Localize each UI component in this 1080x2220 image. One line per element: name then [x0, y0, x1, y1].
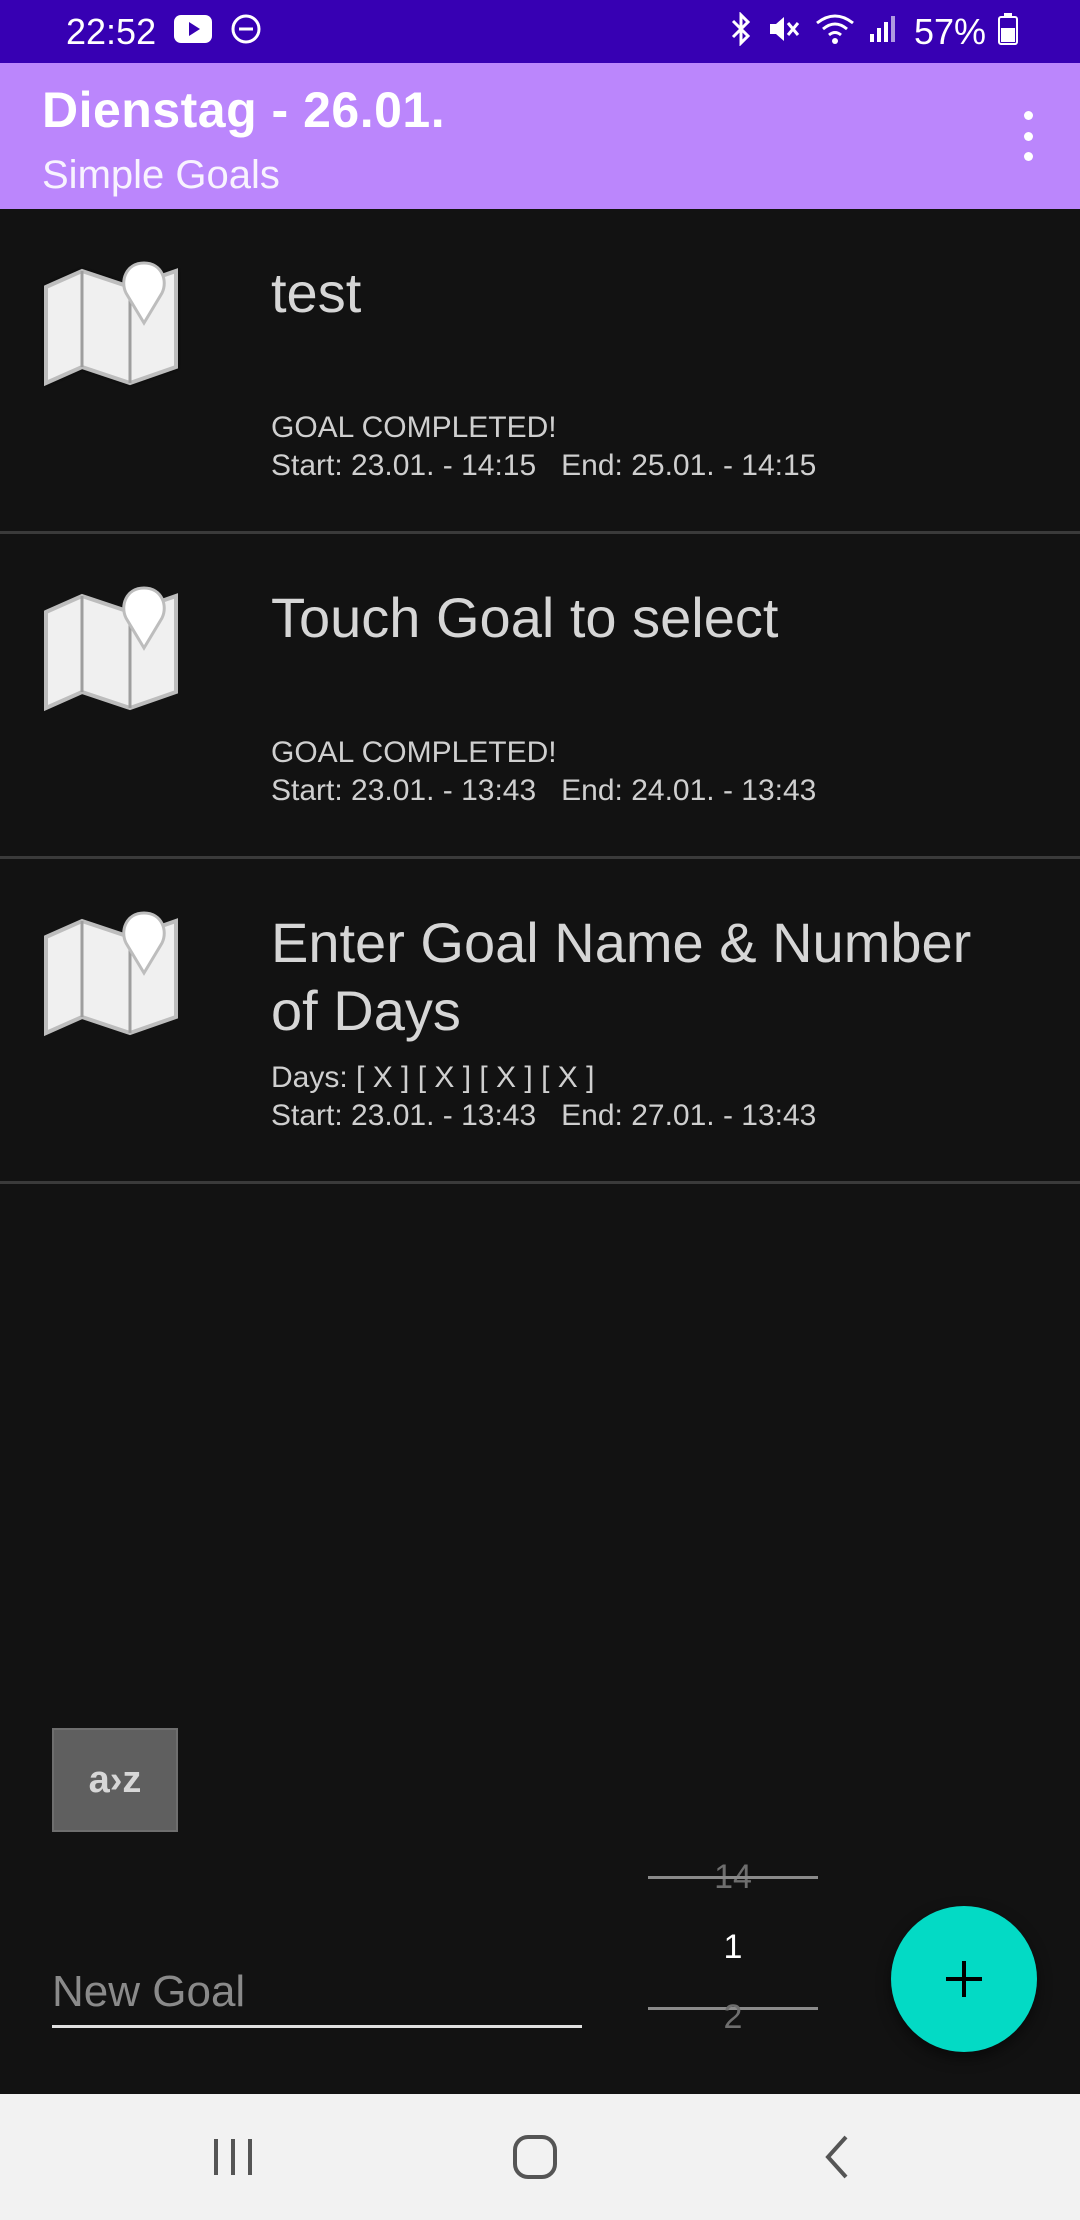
sort-az-label: a›z [88, 1758, 142, 1801]
sort-az-button[interactable]: a›z [52, 1728, 178, 1832]
do-not-disturb-icon [230, 13, 262, 50]
picker-next-value[interactable]: 2 [648, 1998, 818, 2037]
wifi-icon [814, 12, 856, 51]
picker-divider [648, 1876, 818, 1879]
app-bar: Dienstag - 26.01. Simple Goals [0, 63, 1080, 209]
goal-dates: Start: 23.01. - 14:15 End: 25.01. - 14:1… [271, 449, 817, 482]
map-pin-icon [44, 911, 178, 1037]
back-icon[interactable] [808, 2127, 868, 2187]
app-bar-title: Dienstag - 26.01. [42, 82, 446, 138]
goal-item[interactable]: Touch Goal to select GOAL COMPLETED! Sta… [0, 534, 1080, 859]
goal-status: Days: [ X ] [ X ] [ X ] [ X ] [271, 1061, 595, 1094]
battery-icon [998, 13, 1018, 50]
goal-title: Enter Goal Name & Number of Days [271, 911, 972, 1042]
new-goal-input[interactable] [52, 1958, 582, 2028]
goal-status: GOAL COMPLETED! [271, 736, 557, 769]
map-pin-icon [44, 261, 178, 387]
status-time: 22:52 [66, 10, 157, 52]
more-vert-icon[interactable] [1006, 103, 1050, 169]
youtube-icon [174, 15, 213, 48]
goal-status: GOAL COMPLETED! [271, 411, 557, 444]
goal-item[interactable]: Enter Goal Name & Number of Days Days: [… [0, 859, 1080, 1184]
goal-dates: Start: 23.01. - 13:43 End: 24.01. - 13:4… [271, 774, 817, 807]
mute-icon [766, 12, 802, 51]
goal-title: Touch Goal to select [271, 586, 779, 649]
plus-icon [946, 1961, 982, 1997]
battery-percent: 57% [913, 10, 986, 52]
add-goal-button[interactable] [891, 1906, 1037, 2052]
days-number-picker[interactable]: 14 1 2 [648, 1850, 818, 2036]
home-icon[interactable] [505, 2127, 565, 2187]
app-bar-subtitle: Simple Goals [42, 153, 280, 197]
recents-icon[interactable] [203, 2127, 263, 2187]
map-pin-icon [44, 586, 178, 712]
goal-title: test [271, 261, 362, 324]
goal-dates: Start: 23.01. - 13:43 End: 27.01. - 13:4… [271, 1099, 817, 1132]
picker-current-value[interactable]: 1 [648, 1928, 818, 1967]
goal-item[interactable]: test GOAL COMPLETED! Start: 23.01. - 14:… [0, 209, 1080, 534]
status-bar: 22:52 57% [0, 0, 1080, 63]
signal-icon [868, 14, 898, 49]
bluetooth-icon [728, 11, 754, 51]
system-nav-bar [0, 2094, 1080, 2220]
